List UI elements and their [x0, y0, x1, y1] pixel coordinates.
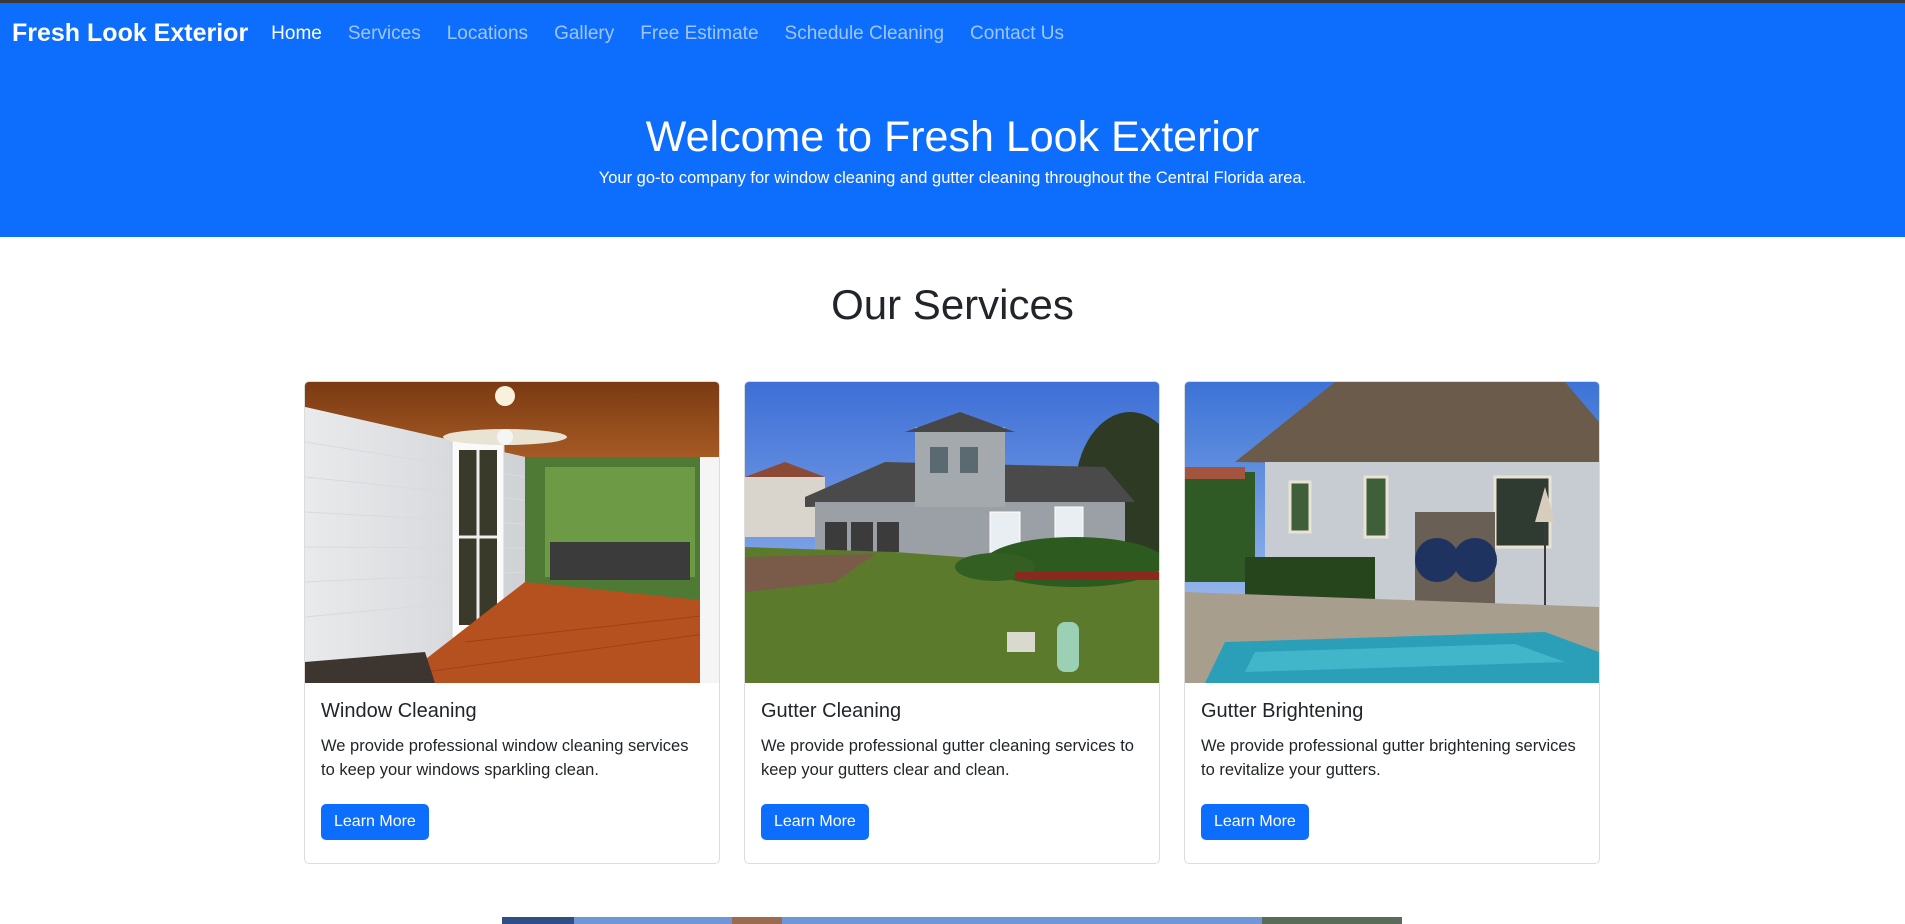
service-card-window-cleaning: Window Cleaning We provide professional …	[304, 381, 720, 864]
hero-title: Welcome to Fresh Look Exterior	[645, 113, 1260, 161]
page: Fresh Look Exterior Home Services Locati…	[0, 0, 1905, 924]
gutter-cleaning-photo	[745, 382, 1159, 683]
window-cleaning-photo	[305, 382, 719, 683]
nav-link-contact-us[interactable]: Contact Us	[970, 23, 1064, 45]
learn-more-button[interactable]: Learn More	[321, 804, 429, 840]
card-title: Window Cleaning	[321, 700, 477, 722]
services-heading: Our Services	[831, 281, 1074, 328]
card-title: Gutter Cleaning	[761, 700, 902, 722]
service-card-gutter-cleaning: Gutter Cleaning We provide professional …	[744, 381, 1160, 864]
card-text: We provide professional window cleaning …	[321, 737, 689, 779]
nav-link-schedule-cleaning[interactable]: Schedule Cleaning	[785, 23, 945, 45]
brand-link[interactable]: Fresh Look Exterior	[12, 19, 248, 48]
card-text: We provide professional gutter brighteni…	[1201, 737, 1576, 779]
card-title: Gutter Brightening	[1201, 700, 1364, 722]
nav-link-free-estimate[interactable]: Free Estimate	[640, 23, 758, 45]
learn-more-button[interactable]: Learn More	[761, 804, 869, 840]
card-body: Window Cleaning We provide professional …	[305, 683, 719, 857]
carousel-image-peek	[502, 914, 1402, 924]
nav-link-locations[interactable]: Locations	[447, 23, 528, 45]
card-text: We provide professional gutter cleaning …	[761, 737, 1134, 779]
nav-link-gallery[interactable]: Gallery	[554, 23, 614, 45]
card-body: Gutter Cleaning We provide professional …	[745, 683, 1159, 857]
card-body: Gutter Brightening We provide profession…	[1185, 683, 1599, 857]
nav-link-home[interactable]: Home	[271, 23, 322, 45]
hero-banner: Welcome to Fresh Look Exterior Your go-t…	[0, 64, 1905, 237]
gutter-brightening-photo	[1185, 382, 1599, 683]
learn-more-button[interactable]: Learn More	[1201, 804, 1309, 840]
service-card-gutter-brightening: Gutter Brightening We provide profession…	[1184, 381, 1600, 864]
hero-subtitle: Your go-to company for window cleaning a…	[598, 169, 1307, 187]
navbar: Fresh Look Exterior Home Services Locati…	[0, 0, 1905, 64]
nav-link-services[interactable]: Services	[348, 23, 421, 45]
